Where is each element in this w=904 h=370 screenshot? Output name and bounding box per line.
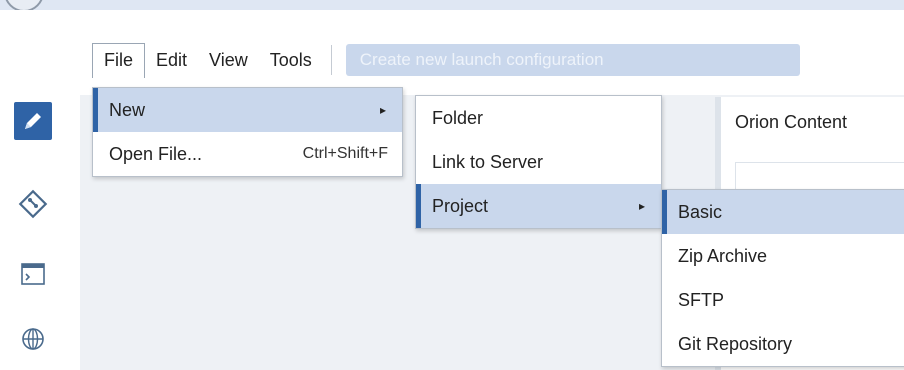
edit-page-button[interactable]	[14, 102, 52, 140]
launch-config-search[interactable]: Create new launch configuration	[345, 44, 800, 76]
terminal-icon	[21, 263, 45, 285]
project-submenu: Basic Zip Archive SFTP Git Repository	[661, 189, 904, 367]
content-panel-title: Orion Content	[735, 112, 848, 132]
sites-button[interactable]	[14, 320, 52, 358]
file-menu-new-label: New	[109, 99, 146, 120]
pencil-icon	[25, 113, 41, 129]
git-icon	[18, 189, 48, 219]
git-button[interactable]	[14, 185, 52, 223]
submenu-arrow-icon: ▸	[379, 103, 386, 117]
open-file-shortcut: Ctrl+Shift+F	[302, 145, 388, 162]
new-menu-project[interactable]: Project ▸	[416, 184, 661, 228]
new-submenu: Folder Link to Server Project ▸	[415, 95, 662, 229]
project-menu-sftp-label: SFTP	[678, 289, 725, 310]
menu-file[interactable]: File	[92, 42, 146, 78]
menu-separator	[330, 45, 332, 75]
file-menu-new[interactable]: New ▸	[93, 88, 402, 132]
new-menu-folder[interactable]: Folder	[416, 96, 661, 140]
menu-bar: File Edit View Tools Create new launch c…	[92, 42, 800, 78]
side-rail	[0, 10, 80, 370]
top-banner	[0, 0, 904, 12]
new-menu-link-to-server-label: Link to Server	[432, 151, 544, 172]
new-menu-link-to-server[interactable]: Link to Server	[416, 140, 661, 184]
project-menu-basic[interactable]: Basic	[662, 190, 904, 234]
submenu-arrow-icon: ▸	[638, 199, 645, 213]
project-menu-zip-archive[interactable]: Zip Archive	[662, 234, 904, 278]
file-menu: New ▸ Open File... Ctrl+Shift+F	[92, 87, 403, 177]
menu-view[interactable]: View	[198, 42, 259, 78]
menu-tools[interactable]: Tools	[259, 42, 323, 78]
project-menu-sftp[interactable]: SFTP	[662, 278, 904, 322]
project-menu-git-repository-label: Git Repository	[678, 333, 793, 354]
shell-button[interactable]	[14, 255, 52, 293]
project-menu-zip-archive-label: Zip Archive	[678, 245, 768, 266]
new-menu-project-label: Project	[432, 195, 489, 216]
globe-icon	[22, 328, 44, 350]
project-menu-basic-label: Basic	[678, 201, 723, 222]
file-menu-open-file[interactable]: Open File... Ctrl+Shift+F	[93, 132, 402, 176]
file-menu-open-file-label: Open File...	[109, 143, 203, 164]
menu-edit[interactable]: Edit	[145, 42, 198, 78]
new-menu-folder-label: Folder	[432, 107, 484, 128]
project-menu-git-repository[interactable]: Git Repository	[662, 322, 904, 366]
